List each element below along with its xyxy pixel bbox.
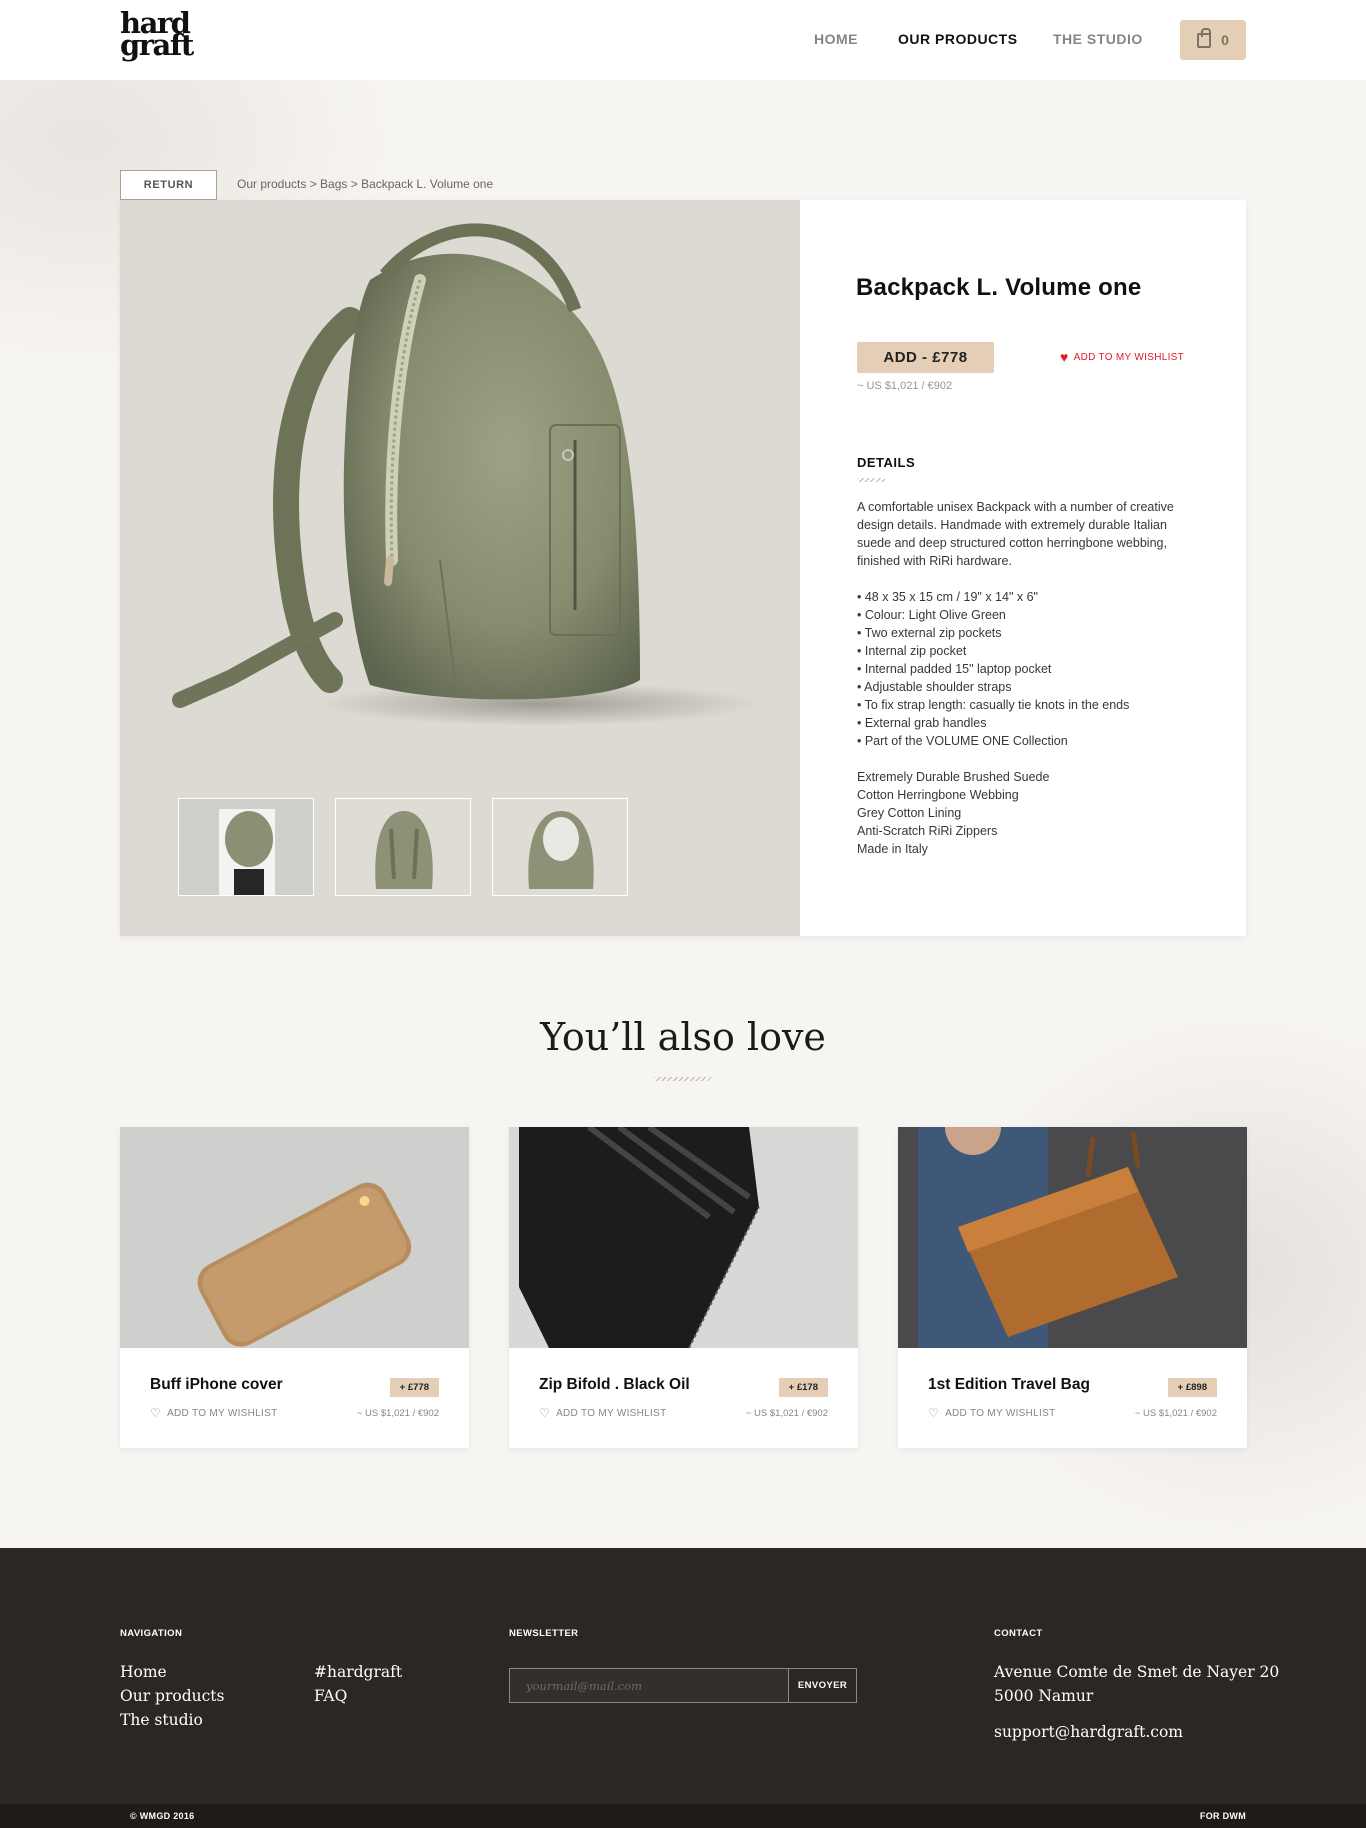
- product-info: Backpack L. Volume one ADD - £778 ~ US $…: [856, 200, 1216, 936]
- footer-link-faq[interactable]: FAQ: [314, 1687, 347, 1705]
- price-conversion: ~ US $1,021 / €902: [857, 380, 953, 392]
- thumbnail-backpack-open: [493, 799, 627, 895]
- product-card[interactable]: 1st Edition Travel Bag ♡ ADD TO MY WISHL…: [898, 1127, 1247, 1448]
- footer-link-our-products[interactable]: Our products: [120, 1687, 224, 1705]
- add-to-wishlist-link[interactable]: ♥ ADD TO MY WISHLIST: [1060, 349, 1185, 365]
- material-item: Anti-Scratch RiRi Zippers: [857, 824, 998, 838]
- hatch-divider: [857, 478, 885, 482]
- feature-item: • To fix strap length: casually tie knot…: [857, 698, 1130, 712]
- feature-item: • Internal padded 15" laptop pocket: [857, 662, 1052, 676]
- bottom-bar: © WMGD 2016 FOR DWM: [0, 1804, 1366, 1828]
- thumbnail-1[interactable]: [178, 798, 314, 896]
- product-card[interactable]: Buff iPhone cover ♡ ADD TO MY WISHLIST +…: [120, 1127, 469, 1448]
- product-title: Backpack L. Volume one: [856, 274, 1142, 301]
- card-price-button[interactable]: + £178: [778, 1378, 828, 1397]
- card-price-conversion: ~ US $1,021 / €902: [356, 1408, 439, 1419]
- card-wishlist-label: ADD TO MY WISHLIST: [556, 1407, 667, 1419]
- thumbnail-3[interactable]: [492, 798, 628, 896]
- feature-item: • Two external zip pockets: [857, 626, 1002, 640]
- material-item: Grey Cotton Lining: [857, 806, 962, 820]
- iphone-cover-photo: [120, 1127, 469, 1348]
- product-description: A comfortable unisex Backpack with a num…: [857, 500, 1174, 568]
- travel-bag-photo: [898, 1127, 1247, 1348]
- card-price-button[interactable]: + £898: [1167, 1378, 1217, 1397]
- card-title[interactable]: Zip Bifold . Black Oil: [539, 1376, 690, 1394]
- nav-home[interactable]: HOME: [814, 31, 858, 47]
- heart-icon: ♥: [1060, 349, 1069, 365]
- breadcrumb[interactable]: Our products > Bags > Backpack L. Volume…: [237, 177, 493, 191]
- card-title[interactable]: Buff iPhone cover: [150, 1376, 283, 1394]
- newsletter-email-input[interactable]: [509, 1668, 789, 1703]
- shopping-bag-icon: [1197, 27, 1212, 48]
- card-price-conversion: ~ US $1,021 / €902: [1134, 1408, 1217, 1419]
- feature-item: • Adjustable shoulder straps: [857, 680, 1012, 694]
- wallet-photo: [509, 1127, 858, 1348]
- thumbnail-person-backpack: [179, 799, 313, 895]
- footer-newsletter-heading: NEWSLETTER: [509, 1628, 579, 1639]
- card-image[interactable]: [898, 1127, 1247, 1348]
- heart-outline-icon: ♡: [928, 1406, 940, 1420]
- nav-our-products[interactable]: OUR PRODUCTS: [898, 31, 1018, 47]
- heart-outline-icon: ♡: [539, 1406, 551, 1420]
- footer-link-the-studio[interactable]: The studio: [120, 1711, 203, 1729]
- main-nav: HOME OUR PRODUCTS THE STUDIO: [0, 31, 1366, 51]
- materials-list: Extremely Durable Brushed Suede Cotton H…: [857, 768, 1187, 858]
- contact-email-link[interactable]: support@hardgraft.com: [994, 1723, 1183, 1741]
- site-footer: NAVIGATION Home Our products The studio …: [0, 1548, 1366, 1804]
- wishlist-label: ADD TO MY WISHLIST: [1073, 351, 1185, 363]
- card-wishlist-label: ADD TO MY WISHLIST: [945, 1407, 1056, 1419]
- material-item: Extremely Durable Brushed Suede: [857, 770, 1050, 784]
- also-love-heading: You’ll also love: [540, 1015, 826, 1059]
- footer-contact-heading: CONTACT: [994, 1628, 1043, 1639]
- card-image[interactable]: [120, 1127, 469, 1348]
- cart-button[interactable]: 0: [1180, 20, 1246, 60]
- footer-link-home[interactable]: Home: [120, 1663, 167, 1681]
- address-line-2: 5000 Namur: [994, 1687, 1094, 1705]
- feature-item: • Colour: Light Olive Green: [857, 608, 1006, 622]
- credit-link[interactable]: FOR DWM: [1200, 1811, 1246, 1821]
- material-item: Cotton Herringbone Webbing: [857, 788, 1019, 802]
- thumbnail-backpack-back: [336, 799, 470, 895]
- card-wishlist-link[interactable]: ♡ ADD TO MY WISHLIST: [928, 1406, 1055, 1420]
- footer-link-hardgraft[interactable]: #hardgraft: [314, 1663, 402, 1681]
- copyright: © WMGD 2016: [130, 1811, 195, 1821]
- hatch-divider: [654, 1077, 712, 1081]
- newsletter-submit-button[interactable]: ENVOYER: [788, 1668, 857, 1703]
- feature-item: • Internal zip pocket: [857, 644, 967, 658]
- card-title[interactable]: 1st Edition Travel Bag: [928, 1376, 1090, 1394]
- nav-the-studio[interactable]: THE STUDIO: [1053, 31, 1143, 47]
- add-to-cart-button[interactable]: ADD - £778: [857, 342, 994, 373]
- footer-navigation-heading: NAVIGATION: [120, 1628, 183, 1639]
- material-item: Made in Italy: [857, 842, 928, 856]
- heart-outline-icon: ♡: [150, 1406, 162, 1420]
- cart-count: 0: [1221, 32, 1229, 48]
- card-wishlist-label: ADD TO MY WISHLIST: [167, 1407, 278, 1419]
- product-panel: Backpack L. Volume one ADD - £778 ~ US $…: [120, 200, 1246, 936]
- return-button[interactable]: RETURN: [120, 170, 217, 200]
- feature-item: • 48 x 35 x 15 cm / 19" x 14" x 6": [857, 590, 1038, 604]
- product-card[interactable]: Zip Bifold . Black Oil ♡ ADD TO MY WISHL…: [509, 1127, 858, 1448]
- card-image[interactable]: [509, 1127, 858, 1348]
- card-wishlist-link[interactable]: ♡ ADD TO MY WISHLIST: [150, 1406, 277, 1420]
- card-price-conversion: ~ US $1,021 / €902: [745, 1408, 828, 1419]
- feature-item: • Part of the VOLUME ONE Collection: [857, 734, 1068, 748]
- feature-list: • 48 x 35 x 15 cm / 19" x 14" x 6" • Col…: [857, 588, 1187, 750]
- product-main-image: [120, 200, 800, 936]
- feature-item: • External grab handles: [857, 716, 987, 730]
- card-price-button[interactable]: + £778: [389, 1378, 439, 1397]
- site-header: hard graft HOME OUR PRODUCTS THE STUDIO …: [0, 0, 1366, 80]
- card-wishlist-link[interactable]: ♡ ADD TO MY WISHLIST: [539, 1406, 666, 1420]
- details-heading: DETAILS: [857, 455, 916, 470]
- address-line-1: Avenue Comte de Smet de Nayer 20: [994, 1663, 1280, 1681]
- thumbnail-2[interactable]: [335, 798, 471, 896]
